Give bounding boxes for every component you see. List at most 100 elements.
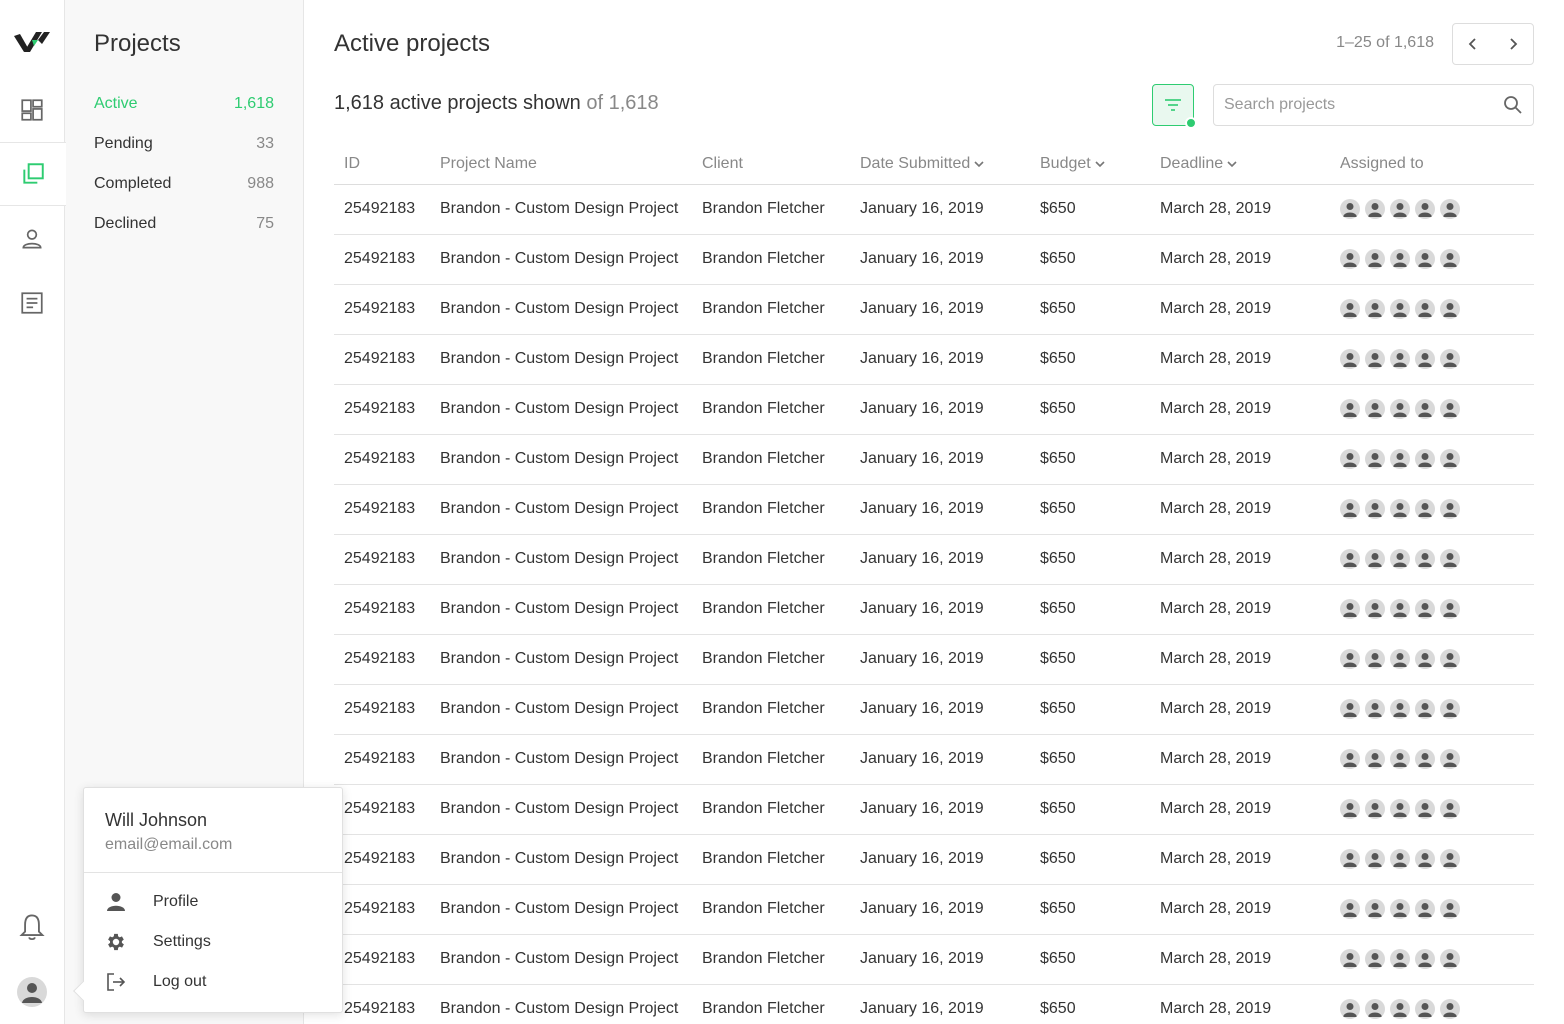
table-row[interactable]: 25492183 Brandon - Custom Design Project B… [334,284,1534,335]
assignee-avatar[interactable] [1415,599,1435,619]
assignee-avatar[interactable] [1440,649,1460,669]
assignee-avatar[interactable] [1440,799,1460,819]
bell-icon[interactable] [18,912,46,942]
assignee-avatar[interactable] [1390,499,1410,519]
assignee-avatar[interactable] [1340,699,1360,719]
assignee-avatar[interactable] [1415,549,1435,569]
table-row[interactable]: 25492183 Brandon - Custom Design Project B… [334,334,1534,385]
table-row[interactable]: 25492183 Brandon - Custom Design Project B… [334,884,1534,935]
assignee-avatar[interactable] [1365,349,1385,369]
assignee-avatar[interactable] [1415,399,1435,419]
column-header-id[interactable]: ID [334,144,440,185]
assignee-avatar[interactable] [1415,349,1435,369]
assignee-avatar[interactable] [1340,849,1360,869]
next-page-button[interactable] [1493,24,1533,64]
assignee-avatar[interactable] [1365,949,1385,969]
column-header-project-name[interactable]: Project Name [440,144,702,185]
prev-page-button[interactable] [1453,24,1493,64]
table-row[interactable]: 25492183 Brandon - Custom Design Project B… [334,484,1534,535]
assignee-avatar[interactable] [1390,299,1410,319]
assignee-avatar[interactable] [1365,799,1385,819]
assignee-avatar[interactable] [1415,749,1435,769]
filter-button[interactable] [1152,84,1197,129]
assignee-avatar[interactable] [1340,949,1360,969]
assignee-avatar[interactable] [1415,799,1435,819]
assignee-avatar[interactable] [1390,199,1410,219]
assignee-avatar[interactable] [1415,649,1435,669]
table-row[interactable]: 25492183 Brandon - Custom Design Project B… [334,834,1534,885]
assignee-avatar[interactable] [1390,599,1410,619]
assignee-avatar[interactable] [1440,599,1460,619]
assignee-avatar[interactable] [1415,849,1435,869]
assignee-avatar[interactable] [1390,449,1410,469]
table-row[interactable]: 25492183 Brandon - Custom Design Project B… [334,734,1534,785]
assignee-avatar[interactable] [1440,299,1460,319]
assignee-avatar[interactable] [1365,449,1385,469]
sidebar-item-pending[interactable]: Pending 33 [94,124,274,164]
assignee-avatar[interactable] [1390,899,1410,919]
assignee-avatar[interactable] [1365,199,1385,219]
table-row[interactable]: 25492183 Brandon - Custom Design Project B… [334,534,1534,585]
assignee-avatar[interactable] [1440,499,1460,519]
assignee-avatar[interactable] [1340,299,1360,319]
assignee-avatar[interactable] [1440,199,1460,219]
assignee-avatar[interactable] [1340,449,1360,469]
assignee-avatar[interactable] [1440,249,1460,269]
column-header-date-submitted[interactable]: Date Submitted [860,144,1040,185]
rail-documents[interactable] [0,271,64,335]
assignee-avatar[interactable] [1365,699,1385,719]
assignee-avatar[interactable] [1390,549,1410,569]
assignee-avatar[interactable] [1365,499,1385,519]
assignee-avatar[interactable] [1440,399,1460,419]
assignee-avatar[interactable] [1365,399,1385,419]
avatar[interactable] [17,977,47,1007]
assignee-avatar[interactable] [1415,449,1435,469]
menu-item-settings[interactable]: Settings [105,922,325,962]
assignee-avatar[interactable] [1415,199,1435,219]
assignee-avatar[interactable] [1340,899,1360,919]
table-row[interactable]: 25492183 Brandon - Custom Design Project B… [334,384,1534,435]
assignee-avatar[interactable] [1390,849,1410,869]
assignee-avatar[interactable] [1440,849,1460,869]
table-row[interactable]: 25492183 Brandon - Custom Design Project B… [334,984,1534,1024]
assignee-avatar[interactable] [1440,899,1460,919]
table-row[interactable]: 25492183 Brandon - Custom Design Project B… [334,584,1534,635]
assignee-avatar[interactable] [1340,399,1360,419]
assignee-avatar[interactable] [1415,249,1435,269]
assignee-avatar[interactable] [1340,649,1360,669]
assignee-avatar[interactable] [1340,199,1360,219]
search-icon[interactable] [1503,95,1523,115]
search-input[interactable] [1214,85,1484,125]
assignee-avatar[interactable] [1415,999,1435,1019]
table-row[interactable]: 25492183 Brandon - Custom Design Project B… [334,634,1534,685]
assignee-avatar[interactable] [1365,749,1385,769]
table-row[interactable]: 25492183 Brandon - Custom Design Project B… [334,234,1534,285]
assignee-avatar[interactable] [1390,649,1410,669]
assignee-avatar[interactable] [1365,999,1385,1019]
sidebar-item-declined[interactable]: Declined 75 [94,204,274,244]
assignee-avatar[interactable] [1340,349,1360,369]
assignee-avatar[interactable] [1440,749,1460,769]
assignee-avatar[interactable] [1365,899,1385,919]
assignee-avatar[interactable] [1390,699,1410,719]
assignee-avatar[interactable] [1440,549,1460,569]
sidebar-item-active[interactable]: Active 1,618 [94,84,274,124]
assignee-avatar[interactable] [1340,249,1360,269]
rail-people[interactable] [0,207,64,271]
assignee-avatar[interactable] [1415,699,1435,719]
assignee-avatar[interactable] [1390,999,1410,1019]
assignee-avatar[interactable] [1390,249,1410,269]
assignee-avatar[interactable] [1365,649,1385,669]
table-row[interactable]: 25492183 Brandon - Custom Design Project B… [334,184,1534,235]
table-row[interactable]: 25492183 Brandon - Custom Design Project B… [334,434,1534,485]
assignee-avatar[interactable] [1440,999,1460,1019]
assignee-avatar[interactable] [1340,799,1360,819]
column-header-budget[interactable]: Budget [1040,144,1160,185]
assignee-avatar[interactable] [1340,999,1360,1019]
assignee-avatar[interactable] [1390,799,1410,819]
column-header-client[interactable]: Client [702,144,860,185]
menu-item-profile[interactable]: Profile [105,882,325,922]
menu-item-logout[interactable]: Log out [105,962,325,1002]
assignee-avatar[interactable] [1390,349,1410,369]
column-header-deadline[interactable]: Deadline [1160,144,1340,185]
